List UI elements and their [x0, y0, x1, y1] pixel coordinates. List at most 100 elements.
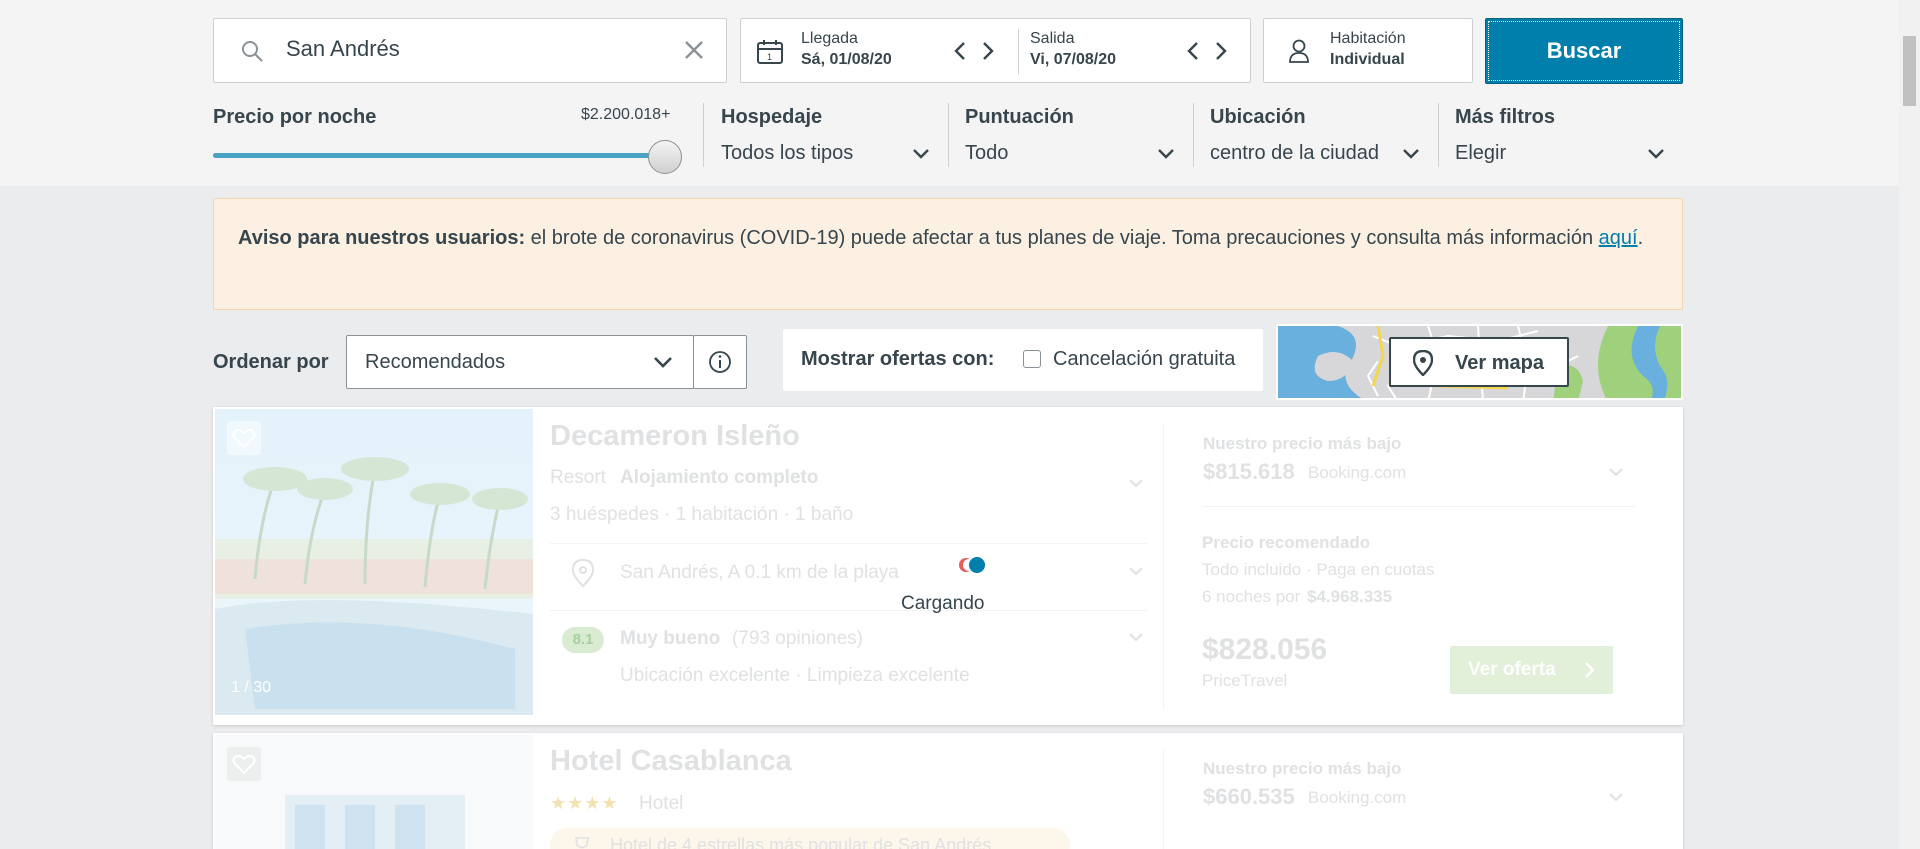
map-pin-icon	[1412, 349, 1434, 381]
price-label: Precio por noche	[213, 106, 377, 128]
divider	[550, 610, 1147, 611]
calendar-icon: 1	[756, 39, 784, 70]
checkin-prev-icon[interactable]	[953, 41, 967, 66]
notice-end: .	[1637, 227, 1644, 249]
sort-info-button[interactable]	[693, 335, 747, 389]
chevron-down-icon	[1157, 147, 1175, 165]
search-button-label: Buscar	[1546, 38, 1622, 63]
popular-badge-text: Hotel de 4 estrellas más popular de San …	[610, 835, 992, 849]
price-slider-handle[interactable]	[648, 140, 682, 174]
card-divider	[1163, 423, 1164, 709]
checkout-value[interactable]: Vi, 07/08/20	[1030, 51, 1116, 69]
location-label: Ubicación	[1210, 106, 1306, 128]
chevron-down-icon[interactable]	[1608, 789, 1624, 807]
notice-text: el brote de coronavirus (COVID-19) puede…	[525, 227, 1599, 249]
checkout-prev-icon[interactable]	[1186, 41, 1200, 66]
view-offer-button[interactable]: Ver oferta	[1450, 646, 1613, 694]
sort-select[interactable]: Recomendados	[346, 335, 694, 389]
checkin-value[interactable]: Sá, 01/08/20	[801, 51, 892, 69]
main-price: $828.056	[1202, 633, 1328, 666]
hotel-photo[interactable]	[215, 735, 533, 849]
nights-price: $4.968.335	[1307, 587, 1393, 606]
lowest-price-label: Nuestro precio más bajo	[1203, 759, 1402, 778]
hotel-type-extra: Alojamiento completo	[620, 467, 819, 488]
scrollbar-thumb[interactable]	[1903, 36, 1916, 106]
notice-link[interactable]: aquí	[1599, 227, 1638, 249]
favorite-heart-icon[interactable]	[227, 421, 261, 455]
room-label: Habitación	[1330, 30, 1406, 47]
lowest-price[interactable]: $815.618	[1203, 459, 1295, 485]
price-slider-fill	[213, 153, 653, 158]
chevron-down-icon	[912, 147, 930, 165]
review-count: (793 opiniones)	[732, 628, 863, 649]
recommended-label: Precio recomendado	[1202, 533, 1371, 552]
price-value: $2.200.018+	[581, 106, 671, 123]
chevron-down-icon[interactable]	[1128, 475, 1144, 493]
chevron-down-icon[interactable]	[1128, 563, 1144, 581]
search-button[interactable]: Buscar	[1485, 18, 1683, 84]
offers-filter: Mostrar ofertas con: Cancelación gratuit…	[783, 329, 1263, 391]
covid-notice: Aviso para nuestros usuarios: el brote d…	[213, 198, 1683, 310]
page-scrollbar[interactable]	[1899, 0, 1920, 849]
hotel-highlights: Ubicación excelente · Limpieza excelente	[620, 665, 970, 686]
photo-counter: 1 / 30	[231, 679, 272, 696]
hotel-card[interactable]: 1 / 30 Decameron Isleño Resort Alojamien…	[213, 407, 1683, 725]
chevron-down-icon[interactable]	[1608, 464, 1624, 482]
clear-icon[interactable]	[682, 38, 706, 67]
lowest-price[interactable]: $660.535	[1203, 784, 1295, 810]
filter-divider	[1438, 103, 1439, 167]
destination-field[interactable]: San Andrés	[213, 18, 727, 83]
hotel-photo[interactable]: 1 / 30	[215, 409, 533, 715]
checkin-label: Llegada	[801, 30, 858, 47]
hotel-stars: ★★★★	[550, 793, 619, 813]
loading-text: Cargando	[901, 593, 985, 614]
more-filters[interactable]: Más filtros Elegir	[1455, 100, 1670, 170]
view-map-button[interactable]: Ver mapa	[1389, 337, 1569, 387]
main-site: PriceTravel	[1202, 671, 1288, 690]
lodging-label: Hospedaje	[721, 106, 823, 128]
loading-spinner-icon	[957, 555, 987, 580]
more-filters-value: Elegir	[1455, 142, 1507, 164]
hotel-location: San Andrés, A 0.1 km de la playa	[620, 562, 899, 583]
lodging-filter[interactable]: Hospedaje Todos los tipos	[720, 100, 935, 170]
chevron-down-icon	[653, 356, 673, 374]
favorite-heart-icon[interactable]	[227, 747, 261, 781]
chevron-down-icon	[1647, 147, 1665, 165]
card-divider	[1163, 749, 1164, 849]
date-range-field[interactable]: 1 Llegada Sá, 01/08/20 Salida Vi, 07/08/…	[740, 18, 1251, 83]
free-cancel-label[interactable]: Cancelación gratuita	[1053, 348, 1235, 371]
location-filter[interactable]: Ubicación centro de la ciudad	[1210, 100, 1425, 170]
filter-divider	[703, 103, 704, 167]
chevron-down-icon[interactable]	[1128, 629, 1144, 647]
checkin-next-icon[interactable]	[981, 41, 995, 66]
sort-value: Recomendados	[365, 351, 506, 373]
destination-input[interactable]: San Andrés	[286, 36, 400, 62]
hotel-type: Resort	[550, 467, 606, 488]
map-preview[interactable]: Ver mapa	[1276, 324, 1683, 400]
divider	[1202, 506, 1635, 507]
free-cancel-checkbox[interactable]	[1023, 350, 1041, 368]
svg-text:1: 1	[767, 52, 772, 62]
room-field[interactable]: Habitación Individual	[1263, 18, 1473, 83]
hotel-name[interactable]: Decameron Isleño	[550, 420, 800, 453]
nights-text: 6 noches por	[1202, 587, 1301, 606]
hotel-info: Decameron Isleño Resort Alojamiento comp…	[550, 407, 1150, 725]
more-filters-label: Más filtros	[1455, 106, 1556, 128]
room-value: Individual	[1330, 51, 1405, 68]
notice-title: Aviso para nuestros usuarios:	[238, 227, 526, 249]
price-slider[interactable]	[213, 140, 683, 174]
trophy-icon	[572, 836, 592, 849]
info-icon	[708, 350, 732, 379]
user-icon	[1288, 38, 1310, 69]
view-offer-label: Ver oferta	[1468, 659, 1556, 680]
rating-filter[interactable]: Puntuación Todo	[965, 100, 1180, 170]
divider	[550, 543, 1147, 544]
location-value: centro de la ciudad	[1210, 142, 1380, 164]
hotel-name[interactable]: Hotel Casablanca	[550, 745, 792, 778]
checkout-next-icon[interactable]	[1214, 41, 1228, 66]
filter-divider	[948, 103, 949, 167]
price-panel: Nuestro precio más bajo $815.618 Booking…	[1173, 407, 1673, 725]
hotel-card[interactable]: Hotel Casablanca ★★★★ Hotel Hotel de 4 e…	[213, 733, 1683, 849]
date-divider	[1018, 29, 1019, 74]
checkout-label: Salida	[1030, 30, 1075, 47]
